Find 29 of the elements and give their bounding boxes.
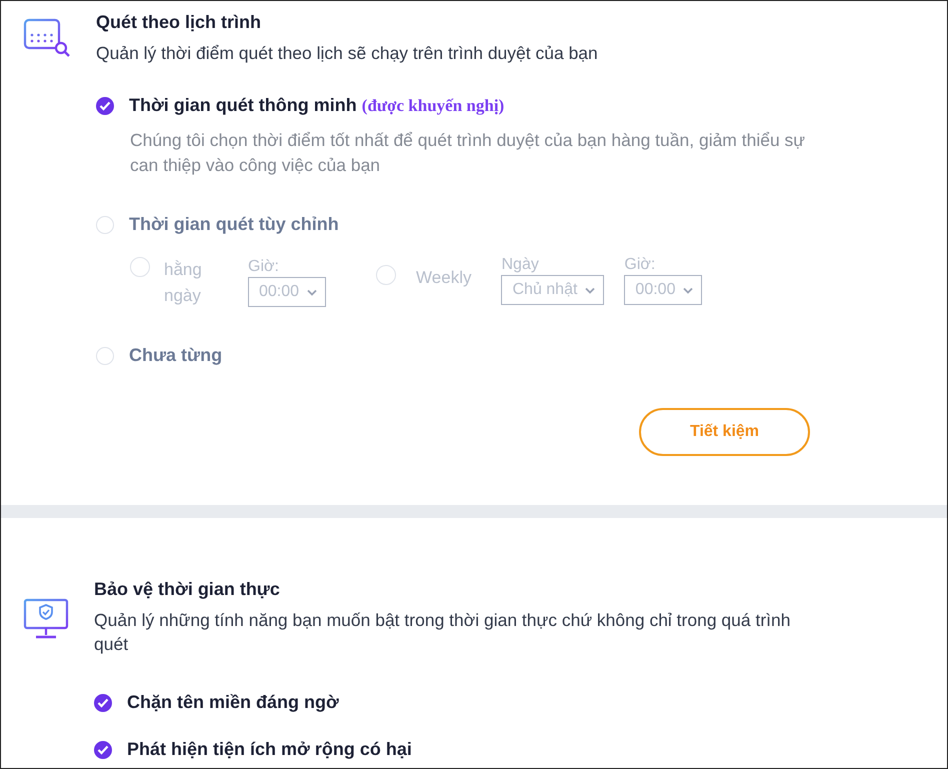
frequency-label[interactable]: Weekly xyxy=(416,265,472,291)
section-title: Quét theo lịch trình xyxy=(96,11,262,33)
frequency-label[interactable]: hằng ngày xyxy=(164,257,224,309)
chevron-down-icon xyxy=(307,288,318,296)
option-label[interactable]: Chưa từng xyxy=(129,345,222,366)
monitor-shield-icon xyxy=(23,598,69,640)
section-title: Bảo vệ thời gian thực xyxy=(94,578,281,600)
field-label: Giờ: xyxy=(248,257,280,277)
option-label[interactable]: Thời gian quét thông minh (được khuyến nghị) xyxy=(129,95,504,116)
checkbox[interactable] xyxy=(94,694,112,712)
section-description: Quản lý những tính năng bạn muốn bật trong thời gian thực chứ không chỉ trong quá trình quét xyxy=(94,609,792,656)
option-note: Chúng tôi chọn thời điểm tốt nhất để quét trình duyệt của bạn hàng tuần, giảm thiểu sự can thiệp vào công việc của bạn xyxy=(130,129,806,177)
option-label[interactable]: Phát hiện tiện ích mở rộng có hại xyxy=(127,739,412,760)
field-label: Ngày xyxy=(501,255,540,275)
check-icon xyxy=(97,744,109,754)
radio-button[interactable] xyxy=(96,96,114,114)
chevron-down-icon xyxy=(585,286,596,294)
check-icon xyxy=(99,100,111,110)
dropdown[interactable]: 00:00 xyxy=(248,277,326,307)
dropdown[interactable]: 00:00 xyxy=(624,275,702,305)
dropdown[interactable]: Chủ nhật xyxy=(501,275,604,305)
checkbox[interactable] xyxy=(94,740,112,758)
section-description: Quản lý thời điểm quét theo lịch sẽ chạy trên trình duyệt của bạn xyxy=(96,42,599,65)
option-label[interactable]: Chặn tên miền đáng ngờ xyxy=(127,692,339,713)
chevron-down-icon xyxy=(683,286,694,294)
field-label: Giờ: xyxy=(624,255,656,275)
check-icon xyxy=(97,698,109,708)
option-label[interactable]: Thời gian quét tùy chỉnh xyxy=(129,214,339,235)
save-button[interactable]: Tiết kiệm xyxy=(639,408,810,456)
